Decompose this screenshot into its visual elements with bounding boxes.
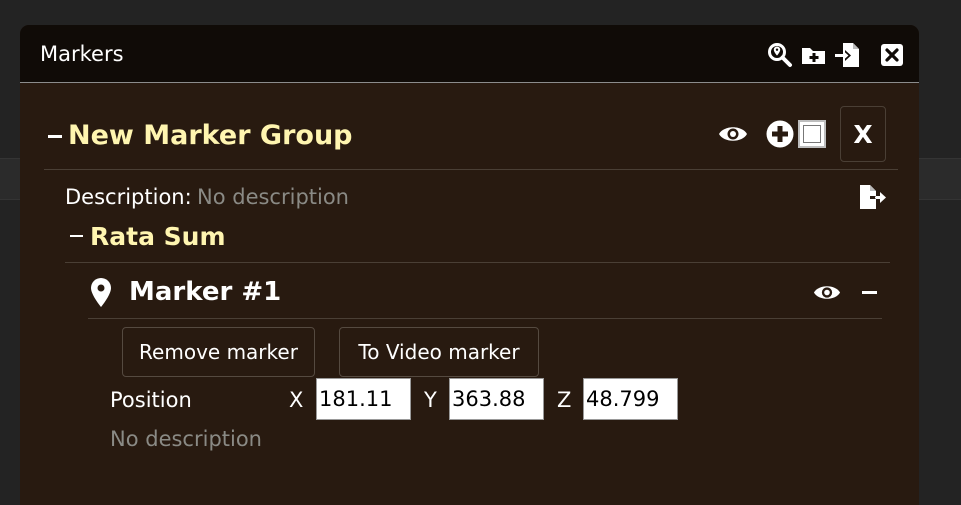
add-circle-icon[interactable] [766, 120, 794, 148]
divider [44, 169, 898, 170]
marker-collapse-icon[interactable] [862, 291, 877, 294]
description-value[interactable]: No description [197, 185, 349, 209]
subgroup-collapse-icon[interactable] [70, 235, 83, 237]
eye-icon[interactable] [718, 124, 748, 144]
folder-plus-icon[interactable] [801, 42, 827, 68]
subgroup-title[interactable]: Rata Sum [90, 222, 226, 251]
group-checkbox[interactable] [798, 120, 826, 148]
remove-marker-button[interactable]: Remove marker [122, 327, 315, 377]
search-location-icon[interactable] [767, 42, 793, 68]
position-label: Position [110, 388, 192, 412]
eye-icon[interactable] [813, 283, 841, 302]
y-label: Y [424, 388, 437, 412]
divider [88, 318, 882, 319]
map-marker-icon [91, 278, 111, 308]
panel-title: Markers [40, 42, 124, 66]
position-y-input[interactable] [449, 378, 544, 420]
file-import-icon[interactable] [835, 42, 861, 68]
file-export-icon[interactable] [858, 184, 888, 210]
z-label: Z [557, 388, 572, 412]
close-square-icon[interactable] [879, 42, 905, 68]
group-close-button[interactable]: X [840, 106, 886, 162]
panel-titlebar[interactable]: Markers [20, 25, 919, 83]
marker-title[interactable]: Marker #1 [129, 277, 281, 307]
marker-description[interactable]: No description [110, 427, 262, 451]
divider [65, 262, 890, 263]
group-title[interactable]: New Marker Group [68, 120, 353, 151]
markers-panel: Markers New Marker Group X Description: … [20, 25, 919, 505]
group-collapse-icon[interactable] [48, 135, 62, 138]
to-video-marker-button[interactable]: To Video marker [339, 327, 539, 377]
x-label: X [289, 388, 304, 412]
position-x-input[interactable] [316, 378, 411, 420]
description-label: Description: [65, 185, 192, 209]
position-z-input[interactable] [583, 378, 678, 420]
